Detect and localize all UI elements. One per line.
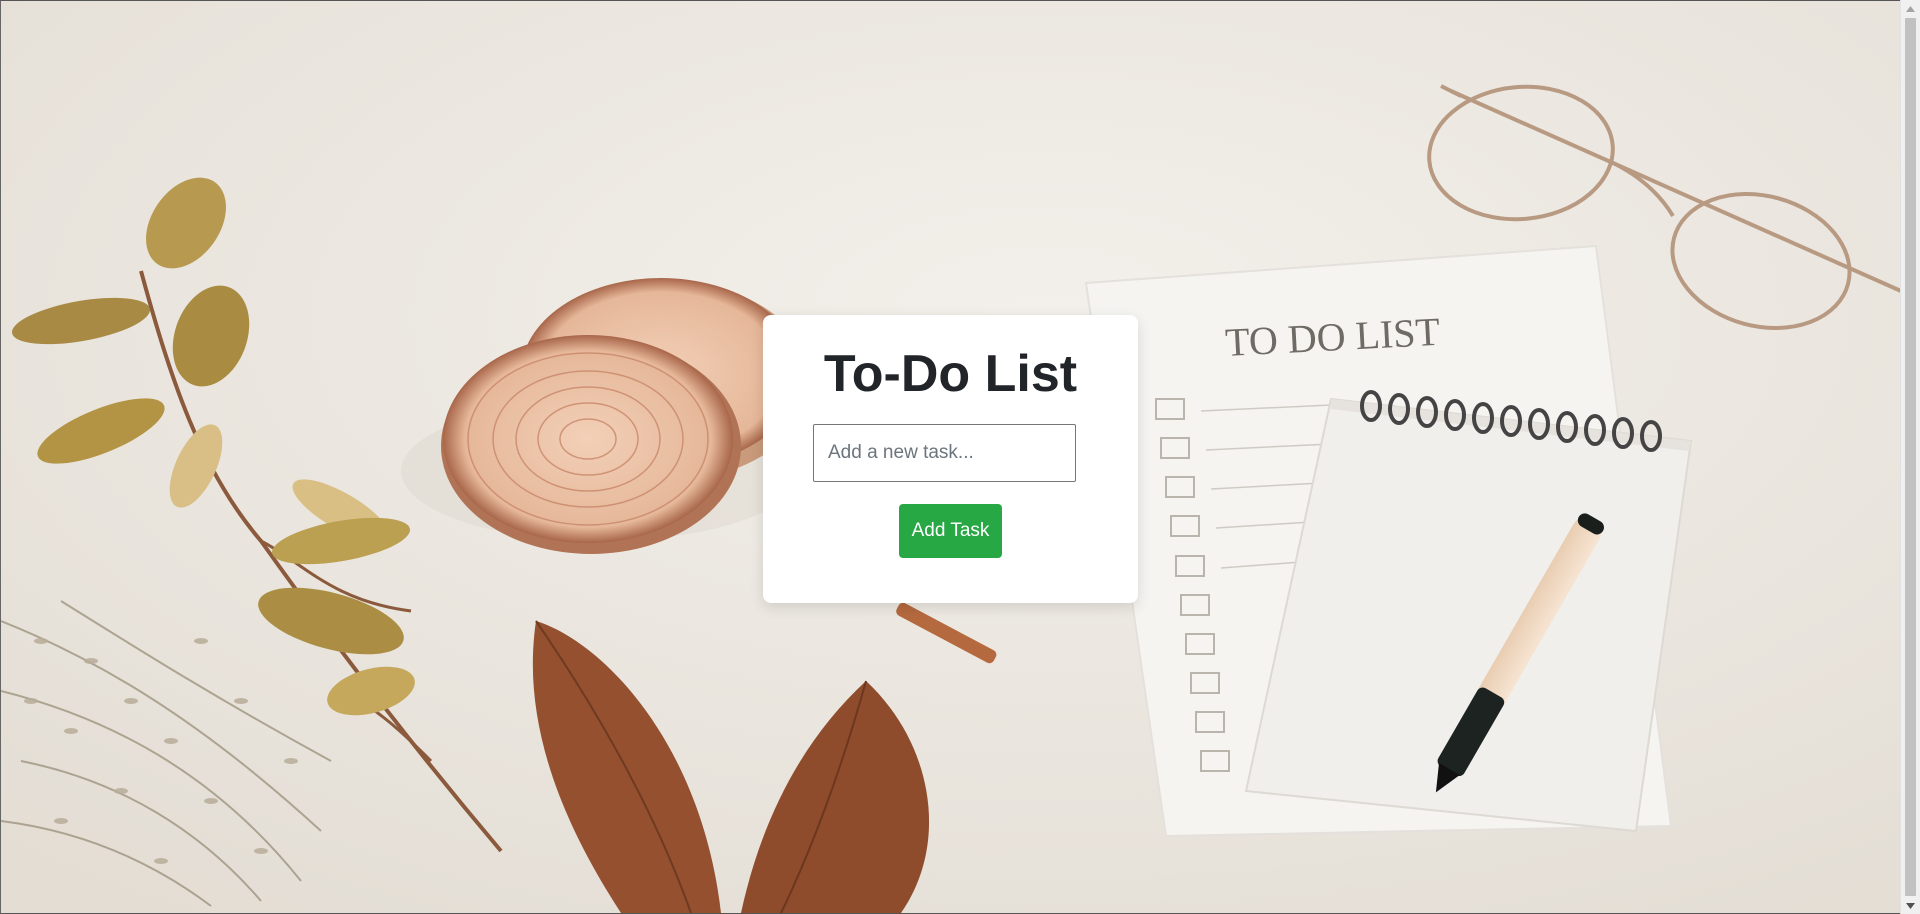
new-task-input[interactable] — [813, 424, 1076, 482]
page-viewport: TO DO LIST To-Do List Add a new task... … — [0, 0, 1901, 914]
vertical-scrollbar[interactable] — [1900, 0, 1920, 914]
triangle-down-icon — [1906, 902, 1915, 909]
scroll-down-button[interactable] — [1901, 897, 1920, 914]
page-title: To-Do List — [823, 345, 1078, 403]
todo-card: To-Do List Add Task — [763, 315, 1138, 603]
scroll-up-button[interactable] — [1901, 0, 1920, 17]
add-task-button[interactable]: Add Task — [899, 504, 1002, 558]
scroll-thumb[interactable] — [1905, 18, 1916, 896]
triangle-up-icon — [1906, 5, 1915, 12]
